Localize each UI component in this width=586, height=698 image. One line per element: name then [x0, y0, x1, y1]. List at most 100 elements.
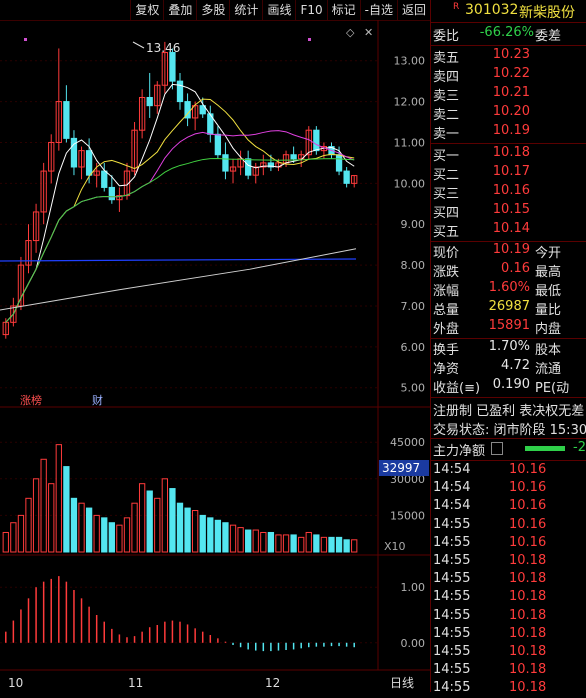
stat-row-change: 涨跌 0.16 最高 [431, 261, 586, 280]
volume-bar [78, 502, 85, 553]
list-icon[interactable] [491, 442, 503, 455]
tick-time: 14:55 [433, 534, 471, 550]
ask-price: 10.23 [492, 47, 530, 62]
main-flow-label: 主力净额 [433, 444, 486, 459]
tick-time: 14:55 [433, 644, 471, 659]
finance-marker[interactable]: 财 [92, 393, 103, 407]
ask-label: 卖四 [433, 70, 460, 85]
volume-bar [10, 522, 17, 553]
volume-bar [290, 534, 297, 553]
stock-flag: R [453, 2, 460, 12]
toolbar: 复权 叠加 多股 统计 画线 F10 标记 -自选 返回 [0, 0, 430, 21]
tick-time: 14:54 [433, 462, 471, 477]
tick-time: 14:55 [433, 662, 471, 678]
stat-label2: 最低 [535, 284, 562, 299]
stat-label: 收益(≡) [433, 381, 481, 396]
stat-label2: PE(动 [535, 381, 570, 396]
month-label-12: 12 [265, 676, 280, 690]
f10-button[interactable]: F10 [295, 0, 326, 20]
bid-label: 买三 [433, 187, 460, 202]
volume-bar [275, 534, 282, 553]
ask-price: 10.22 [492, 66, 530, 81]
volume-axis-tick: 15000 [390, 509, 425, 522]
add-watchlist-button[interactable]: -自选 [359, 0, 397, 20]
volume-bar [343, 539, 350, 553]
volume-bar [116, 524, 123, 553]
stat-label2: 流通 [535, 362, 562, 377]
status-row: 交易状态: 闭市阶段 15:30 [431, 419, 586, 438]
stat-row-eps: 收益(≡) 0.190 PE(动 [431, 377, 586, 396]
tick-row: 14:55 10.18 [431, 608, 586, 626]
order-ratio-label: 委比 [433, 29, 460, 44]
tick-time: 14:55 [433, 553, 471, 568]
ask-label: 卖二 [433, 108, 460, 123]
stat-label2: 最高 [535, 265, 562, 280]
candle-body [245, 158, 252, 176]
candle-body [101, 170, 108, 188]
volume-bar [207, 517, 214, 553]
stat-value: 1.60% [488, 280, 530, 295]
volume-bar [222, 522, 229, 553]
volume-bar [123, 517, 131, 553]
volume-bar [237, 527, 244, 553]
stat-value: 1.70% [488, 339, 530, 354]
overlay-button[interactable]: 叠加 [163, 0, 196, 20]
stat-label2: 股本 [535, 343, 562, 358]
macd-axis-tick: 1.00 [401, 581, 426, 594]
limit-up-marker[interactable]: 涨榜 [20, 393, 42, 407]
stock-name: 新柴股份 [519, 5, 575, 21]
stat-label: 总量 [433, 303, 460, 318]
multi-stock-button[interactable]: 多股 [196, 0, 229, 20]
high-price-label: 13.46 [146, 41, 180, 55]
volume-bar [351, 539, 358, 553]
stat-value: 4.72 [501, 358, 530, 373]
bid-label: 买一 [433, 149, 460, 164]
volume-bar [63, 466, 70, 553]
bid-row-5: 买五 10.14 [431, 221, 586, 240]
candle-body [335, 154, 343, 172]
tick-time: 14:54 [433, 498, 471, 514]
tick-row: 14:55 10.18 [431, 589, 586, 607]
tick-price: 10.18 [509, 680, 547, 696]
volume-bar [17, 514, 25, 553]
volume-current-value: 32997 [382, 461, 420, 475]
price-axis-tick: 7.00 [401, 300, 426, 313]
stat-label2: 内盘 [535, 322, 562, 337]
volume-bar [25, 497, 32, 553]
volume-bar [320, 536, 328, 553]
main-flow-row[interactable]: 主力净额 -2 [431, 440, 586, 459]
stat-row-pct: 涨幅 1.60% 最低 [431, 280, 586, 299]
ma5-line [5, 83, 355, 323]
stat-value: 15891 [488, 318, 530, 333]
order-diff-label: 委差 [535, 29, 562, 44]
bid-row-2: 买二 10.17 [431, 164, 586, 183]
period-label[interactable]: 日线 [390, 676, 414, 690]
back-button[interactable]: 返回 [396, 0, 430, 20]
ask-label: 卖三 [433, 89, 460, 104]
price-axis-tick: 12.00 [394, 96, 426, 109]
mark-button[interactable]: 标记 [326, 0, 360, 20]
tick-price: 10.16 [509, 462, 547, 477]
stat-value: 10.19 [492, 242, 530, 257]
bid-row-4: 买四 10.15 [431, 202, 586, 221]
restore-rights-button[interactable]: 复权 [130, 0, 163, 20]
tick-row: 14:55 10.18 [431, 662, 586, 680]
month-label-11: 11 [128, 676, 143, 690]
stat-value: 0.16 [501, 261, 530, 276]
draw-line-button[interactable]: 画线 [262, 0, 295, 20]
volume-bar [252, 529, 259, 553]
tick-price: 10.18 [509, 589, 547, 605]
tick-time: 14:55 [433, 589, 471, 605]
tick-row: 14:55 10.16 [431, 517, 586, 535]
candle-body [63, 101, 70, 139]
price-axis-tick: 5.00 [401, 382, 426, 395]
stat-value: 0.190 [492, 377, 530, 392]
volume-bar [55, 444, 62, 553]
bid-row-1: 买一 10.18 [431, 145, 586, 164]
volume-bar [305, 531, 312, 553]
close-icon[interactable]: ✕ [364, 26, 373, 39]
diamond-icon[interactable]: ◇ [346, 26, 355, 39]
bid-price: 10.16 [492, 183, 530, 198]
kline-chart[interactable]: 13.00 12.00 11.00 10.00 9.00 8.00 7.00 6.00 5.00… [0, 20, 430, 692]
statistics-button[interactable]: 统计 [229, 0, 262, 20]
